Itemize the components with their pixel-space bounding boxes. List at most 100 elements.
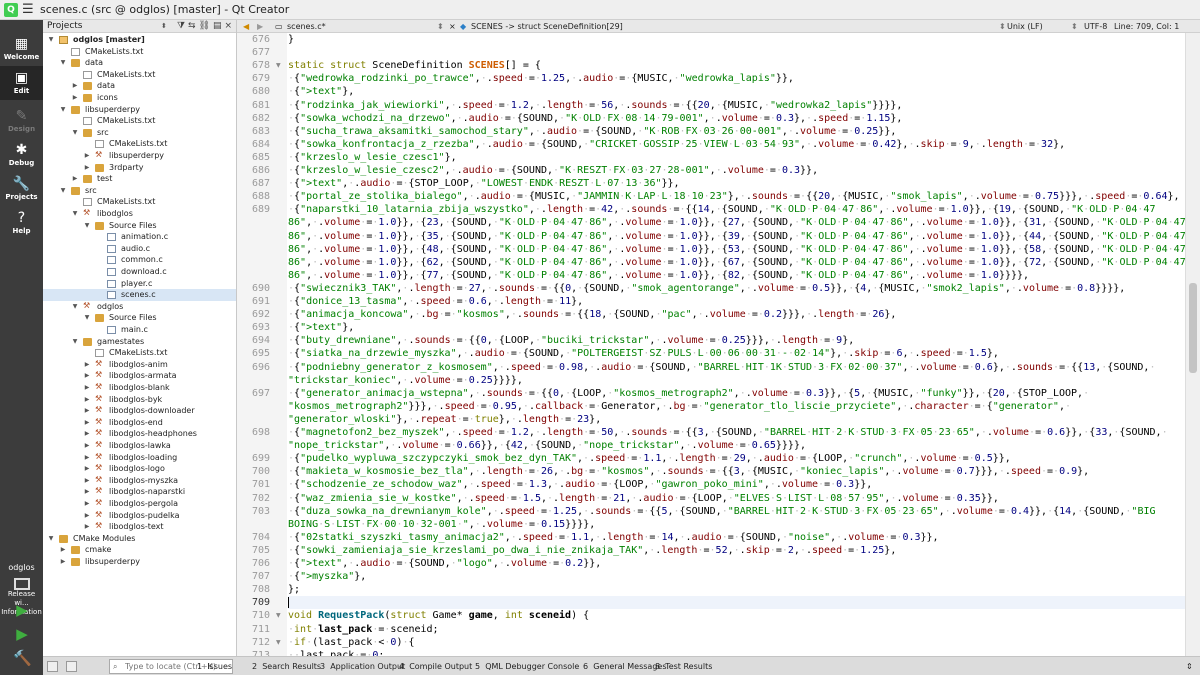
code-line[interactable]: ·{"krzeslo_w_lesie_czesc1"},	[288, 151, 1185, 164]
output-tab[interactable]: 5 QML Debugger Console	[475, 657, 579, 675]
expanded-arrow-icon[interactable]: ▼	[59, 185, 67, 197]
tree-item[interactable]: ▶ ⚒ libodglos-pergola	[43, 498, 236, 510]
tree-item[interactable]: CMakeLists.txt	[43, 347, 236, 359]
collapsed-arrow-icon[interactable]: ▶	[83, 486, 91, 498]
code-line[interactable]: ·int·last_pack·=·sceneid;	[288, 623, 1185, 636]
line-endings-chevron-icon[interactable]: ⬍	[1071, 20, 1078, 33]
expanded-arrow-icon[interactable]: ▼	[71, 301, 79, 313]
nav-back-icon[interactable]: ◀	[243, 20, 249, 33]
tree-item[interactable]: ▼ gamestates	[43, 336, 236, 348]
encoding-selector[interactable]: UTF-8	[1084, 20, 1107, 33]
file-selector-chevron-icon[interactable]: ⬍	[437, 20, 444, 33]
code-line[interactable]: ·{"02statki_szyszki_tasmy_animacja2",·.s…	[288, 531, 1185, 544]
code-line[interactable]: ·{">myszka"},	[288, 570, 1185, 583]
code-line[interactable]: 86",·.volume·=·1.0}},·{62,·{SOUND,·"K·OL…	[288, 256, 1185, 269]
code-line[interactable]: ·{"makieta_w_kosmosie_bez_tla",·.length·…	[288, 465, 1185, 478]
tree-item[interactable]: ▶ ⚒ libodglos-text	[43, 521, 236, 533]
expanded-arrow-icon[interactable]: ▼	[83, 312, 91, 324]
tree-item[interactable]: ▼ src	[43, 127, 236, 139]
code-line[interactable]: BOING·S·LIST·FX·00·10·32-001·",·.volume·…	[288, 518, 1185, 531]
expanded-arrow-icon[interactable]: ▼	[47, 533, 55, 545]
expanded-arrow-icon[interactable]: ▼	[71, 208, 79, 220]
collapsed-arrow-icon[interactable]: ▶	[83, 405, 91, 417]
code-line[interactable]: 86",·.volume·=·1.0}},·{23,·{SOUND,·"K·OL…	[288, 216, 1185, 229]
vertical-scrollbar[interactable]	[1185, 33, 1200, 656]
code-line[interactable]: ·{"krzeslo_w_lesie_czesc2",·.audio·=·{SO…	[288, 164, 1185, 177]
collapsed-arrow-icon[interactable]: ▶	[83, 417, 91, 429]
tree-item[interactable]: ▶ cmake	[43, 544, 236, 556]
collapsed-arrow-icon[interactable]: ▶	[59, 544, 67, 556]
tree-item[interactable]: ▶ ⚒ libodglos-headphones	[43, 428, 236, 440]
collapsed-arrow-icon[interactable]: ▶	[83, 394, 91, 406]
collapsed-arrow-icon[interactable]: ▶	[83, 428, 91, 440]
tree-item[interactable]: download.c	[43, 266, 236, 278]
code-line[interactable]: "generator_wloski"},·.repeat·=·true},·.l…	[288, 413, 1185, 426]
line-endings-selector[interactable]: Unix (LF)	[1007, 20, 1043, 33]
sync-icon[interactable]: ⇆	[188, 21, 199, 31]
code-line[interactable]: "trickstar_koniec",·.volume·=·0.25}}}},	[288, 374, 1185, 387]
output-tab[interactable]: 4 Compile Output	[399, 657, 472, 675]
code-line[interactable]: ·{"magnetofon2_bez_myszek",·.speed·=·1.2…	[288, 426, 1185, 439]
code-line[interactable]: ·{"sowka_wchodzi_na_drzewo",·.audio·=·{S…	[288, 112, 1185, 125]
tree-item[interactable]: ▶ ⚒ libodglos-loading	[43, 452, 236, 464]
collapsed-arrow-icon[interactable]: ▶	[71, 173, 79, 185]
tree-item[interactable]: ▶ data	[43, 80, 236, 92]
tree-item[interactable]: ▶ libsuperderpy	[43, 556, 236, 568]
close-document-icon[interactable]: ×	[449, 20, 456, 33]
tree-item[interactable]: ▶ ⚒ libodglos-end	[43, 417, 236, 429]
menu-hamburger-icon[interactable]: ☰	[22, 3, 34, 16]
code-line[interactable]: 86",·.volume·=·1.0}},·{77,·{SOUND,·"K·OL…	[288, 269, 1185, 282]
output-tab[interactable]: 1 Issues	[197, 657, 232, 675]
output-tab[interactable]: 6 General Messages	[583, 657, 667, 675]
collapsed-arrow-icon[interactable]: ▶	[83, 510, 91, 522]
tree-item[interactable]: ▶ ⚒ libodglos-logo	[43, 463, 236, 475]
fold-marker-icon[interactable]: ▼	[276, 59, 281, 72]
code-line[interactable]: void RequestPack(struct Game* game, int …	[288, 609, 1185, 622]
collapsed-arrow-icon[interactable]: ▶	[83, 162, 91, 174]
tree-item[interactable]: ▶ ⚒ libodglos-lawka	[43, 440, 236, 452]
toggle-output-icon[interactable]	[66, 661, 77, 672]
mode-edit[interactable]: ▣ Edit	[0, 66, 43, 100]
tree-item[interactable]: ▶ ⚒ libodglos-blank	[43, 382, 236, 394]
tree-item[interactable]: ▶ ⚒ libodglos-naparstki	[43, 486, 236, 498]
code-line[interactable]: ·{"buty_drewniane",·.sounds·=·{{0,·{LOOP…	[288, 334, 1185, 347]
collapsed-arrow-icon[interactable]: ▶	[83, 150, 91, 162]
scrollbar-thumb[interactable]	[1189, 283, 1197, 373]
split-icon[interactable]: ▤	[213, 21, 225, 31]
code-line[interactable]: ·{"generator_animacja_wstepna",·.sounds·…	[288, 387, 1185, 400]
code-line[interactable]: ·{"sowki_zamieniaja_sie_krzeslami_po_dwa…	[288, 544, 1185, 557]
code-line[interactable]: static struct SceneDefinition SCENES[] =…	[288, 59, 1185, 72]
code-line[interactable]: ·{"siatka_na_drzewie_myszka",·.audio·=·{…	[288, 347, 1185, 360]
collapsed-arrow-icon[interactable]: ▶	[83, 521, 91, 533]
link-icon[interactable]: ⛓	[199, 21, 213, 31]
expanded-arrow-icon[interactable]: ▼	[71, 127, 79, 139]
expanded-arrow-icon[interactable]: ▼	[59, 104, 67, 116]
build-hammer-icon[interactable]: 🔨	[13, 649, 32, 667]
code-line[interactable]: ·{"wedrowka_rodzinki_po_trawce",·.speed·…	[288, 72, 1185, 85]
expanded-arrow-icon[interactable]: ▼	[47, 34, 55, 46]
tree-item[interactable]: ▶ icons	[43, 92, 236, 104]
collapsed-arrow-icon[interactable]: ▶	[59, 556, 67, 568]
mode-projects[interactable]: 🔧 Projects	[0, 172, 43, 206]
code-line[interactable]: 86",·.volume·=·1.0}},·{35,·{SOUND,·"K·OL…	[288, 230, 1185, 243]
tree-item[interactable]: ▶ test	[43, 173, 236, 185]
nav-forward-icon[interactable]: ▶	[257, 20, 263, 33]
code-line[interactable]: };	[288, 583, 1185, 596]
code-editor[interactable]: 676 677 678 ▼ 679 680 681 682 683 684 685 686 687 688…	[237, 33, 1185, 656]
code-line[interactable]: ·{"schodzenie_ze_schodow_waz",·.speed·=·…	[288, 478, 1185, 491]
mode-welcome[interactable]: ▦ Welcome	[0, 32, 43, 66]
code-line[interactable]	[288, 596, 1185, 610]
code-line[interactable]: "nope_trickstar",·.volume·=·0.66}},·{42,…	[288, 439, 1185, 452]
mode-help[interactable]: ? Help	[0, 206, 43, 240]
tree-item[interactable]: CMakeLists.txt	[43, 69, 236, 81]
symbol-selector[interactable]: SCENES -> struct SceneDefinition[29]	[471, 20, 623, 33]
maximize-output-icon[interactable]: ⇕	[1186, 657, 1193, 675]
mode-debug[interactable]: ✱ Debug	[0, 138, 43, 172]
code-line[interactable]: ·{"sucha_trawa_aksamitki_samochod_stary"…	[288, 125, 1185, 138]
code-line[interactable]: ·{"donice_13_tasma",·.speed·=·0.6,·.leng…	[288, 295, 1185, 308]
code-line[interactable]: }	[288, 33, 1185, 46]
view-selector-chevron-icon[interactable]: ⬍	[161, 20, 167, 33]
code-line[interactable]: ·{"sowka_konfrontacja_z_rzezba",·.audio·…	[288, 138, 1185, 151]
tree-item[interactable]: ▼ ⚒ odglos	[43, 301, 236, 313]
collapsed-arrow-icon[interactable]: ▶	[83, 498, 91, 510]
